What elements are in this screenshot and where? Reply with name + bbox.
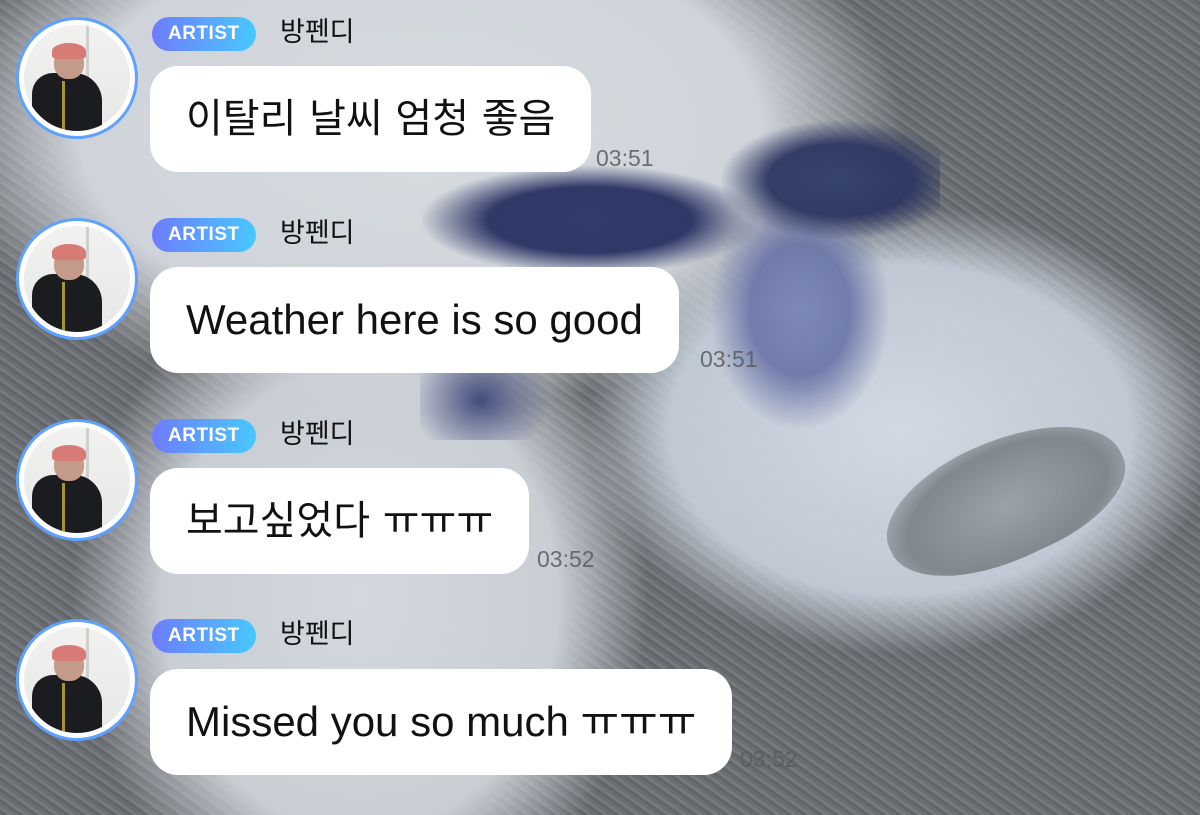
message-bubble[interactable]: Missed you so much ㅠㅠㅠ xyxy=(150,669,733,775)
author-name[interactable]: 방펜디 xyxy=(280,16,355,50)
message-time: 03:51 xyxy=(596,145,654,171)
avatar[interactable] xyxy=(16,619,138,741)
author-name[interactable]: 방펜디 xyxy=(280,418,355,452)
author-name[interactable]: 방펜디 xyxy=(280,217,355,251)
author-name[interactable]: 방펜디 xyxy=(280,618,355,652)
message-time: 03:52 xyxy=(537,546,595,572)
avatar-image xyxy=(24,427,130,533)
artist-badge: ARTIST xyxy=(152,619,256,653)
message-bubble[interactable]: Weather here is so good xyxy=(150,267,679,373)
avatar-image xyxy=(24,226,130,332)
message-bubble[interactable]: 이탈리 날씨 엄청 좋음 xyxy=(150,66,592,172)
artist-badge: ARTIST xyxy=(152,218,256,252)
avatar-image xyxy=(24,627,130,733)
message-time: 03:51 xyxy=(700,346,758,372)
message-bubble[interactable]: 보고싶었다 ㅠㅠㅠ xyxy=(150,468,530,574)
message-time: 03:52 xyxy=(740,746,798,772)
avatar[interactable] xyxy=(16,419,138,541)
avatar[interactable] xyxy=(16,17,138,139)
avatar-image xyxy=(24,25,130,131)
artist-badge: ARTIST xyxy=(152,17,256,51)
avatar[interactable] xyxy=(16,218,138,340)
artist-badge: ARTIST xyxy=(152,419,256,453)
